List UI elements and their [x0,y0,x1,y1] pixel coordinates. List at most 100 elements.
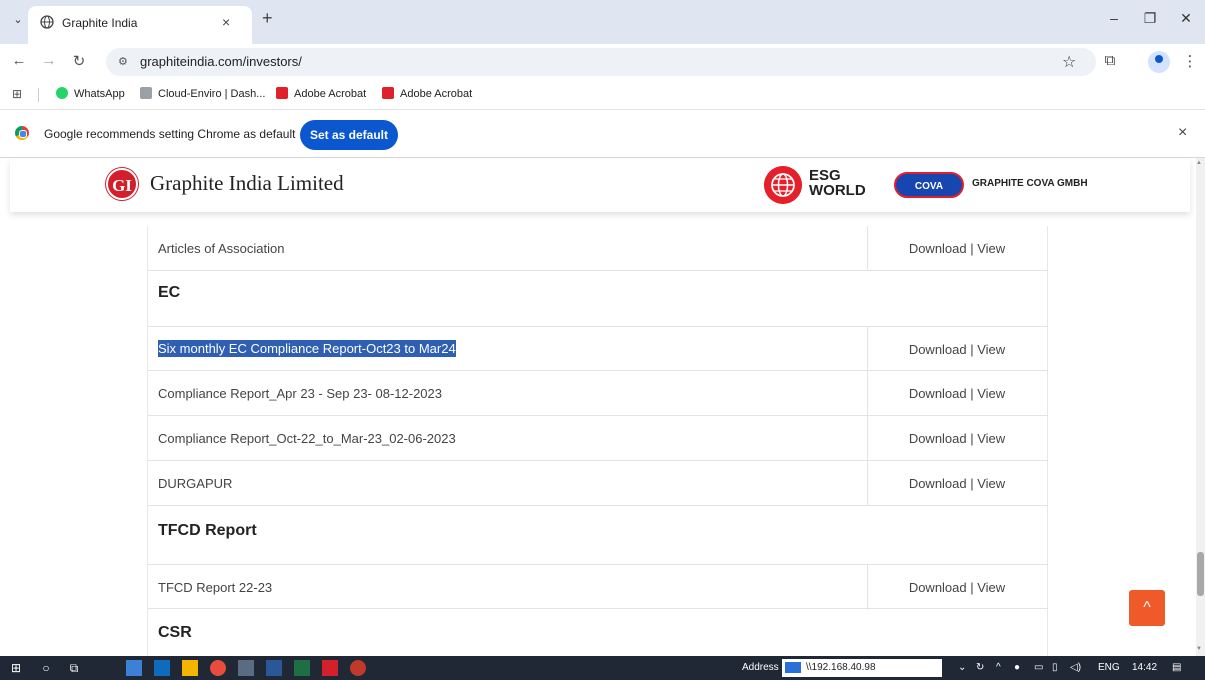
extensions-icon[interactable]: ⧉ [1100,52,1120,69]
minimize-button[interactable]: – [1104,10,1124,26]
app-icon[interactable] [238,660,254,676]
forward-arrow-icon[interactable]: → [40,52,58,69]
dropdown-arrow-icon[interactable]: ⌄ [958,662,966,673]
documents-table: Articles of Association Download | View … [147,226,1048,656]
excel-icon[interactable] [294,660,310,676]
browser-toolbar: ← → ↻ ⚙ graphiteindia.com/investors/ ☆ ⧉… [0,44,1205,80]
profile-avatar[interactable] [1148,51,1170,73]
download-view-link[interactable]: Download | View [867,241,1047,256]
back-to-top-button[interactable]: ^ [1129,590,1165,626]
file-explorer-icon[interactable] [182,660,198,676]
cova-company-name[interactable]: GRAPHITE COVA GMBH [972,178,1088,189]
scroll-up-arrow-icon[interactable]: ▲ [1196,160,1202,166]
site-info-icon[interactable]: ⚙ [118,55,128,68]
scroll-down-arrow-icon[interactable]: ▼ [1196,646,1202,652]
reload-icon[interactable]: ↻ [70,52,88,70]
address-toolbar-label: Address [742,662,779,673]
infobar-close-button[interactable]: × [1178,124,1187,142]
document-title: Compliance Report_Oct-22_to_Mar-23_02-06… [158,431,456,446]
download-view-link[interactable]: Download | View [867,342,1047,357]
search-icon[interactable]: ○ [38,660,54,676]
site-header: GI Graphite India Limited ESG WORLD COVA … [10,158,1190,212]
document-title: TFCD Report 22-23 [158,580,273,595]
refresh-icon[interactable]: ↻ [976,662,984,673]
section-heading-csr: CSR [158,624,192,641]
clock[interactable]: 14:42 [1132,662,1157,673]
bookmark-cloud-enviro[interactable]: Cloud-Enviro | Dash... [140,87,265,100]
app-icon[interactable] [126,660,142,676]
person-icon [1155,55,1163,63]
infobar-message: Google recommends setting Chrome as defa… [44,127,296,141]
chrome-taskbar-icon[interactable] [210,660,226,676]
network-drive-icon [785,662,801,673]
notifications-icon[interactable]: ▤ [1172,662,1181,673]
back-arrow-icon[interactable]: ← [10,52,28,69]
whatsapp-icon [56,87,68,99]
chrome-logo-icon [15,126,29,140]
bookmark-adobe-acrobat-1[interactable]: Adobe Acrobat [276,87,366,100]
address-bar[interactable]: ⚙ graphiteindia.com/investors/ ☆ [106,48,1096,76]
restore-button[interactable]: ❐ [1140,10,1160,27]
app-icon[interactable] [350,660,366,676]
bookmark-adobe-acrobat-2[interactable]: Adobe Acrobat [382,87,472,100]
section-heading-ec: EC [158,284,181,301]
menu-kebab-icon[interactable]: ⋮ [1180,52,1200,70]
scrollbar-thumb[interactable] [1197,552,1204,596]
table-row: TFCD Report 22-23 Download | View [148,564,1048,610]
download-view-link[interactable]: Download | View [867,580,1047,595]
chevron-up-icon: ^ [1143,599,1151,616]
page-viewport[interactable]: GI Graphite India Limited ESG WORLD COVA … [0,158,1196,656]
word-icon[interactable] [266,660,282,676]
cova-logo[interactable]: COVA [894,172,964,198]
task-view-icon[interactable]: ⧉ [66,660,82,676]
language-indicator[interactable]: ENG [1098,662,1120,673]
set-as-default-button[interactable]: Set as default [300,120,398,150]
graphite-india-logo[interactable]: GI [106,168,138,200]
tab-close-button[interactable]: × [222,14,230,30]
table-row: Articles of Association Download | View [148,226,1048,271]
address-toolbar-input[interactable]: \\192.168.40.98 [782,659,942,677]
battery-icon[interactable]: ▭ [1034,662,1043,673]
close-window-button[interactable]: ✕ [1176,10,1196,27]
document-title: Articles of Association [158,241,285,256]
acrobat-taskbar-icon[interactable] [322,660,338,676]
volume-icon[interactable]: ◁) [1070,662,1081,673]
default-browser-infobar: Google recommends setting Chrome as defa… [0,110,1205,158]
acrobat-icon [382,87,394,99]
address-toolbar-value[interactable]: \\192.168.40.98 [806,662,876,673]
download-view-link[interactable]: Download | View [867,476,1047,491]
acrobat-icon [276,87,288,99]
table-row: DURGAPUR Download | View [148,461,1048,506]
browser-tab[interactable]: Graphite India × [28,6,252,44]
bookmark-whatsapp[interactable]: WhatsApp [56,87,125,100]
table-row: Compliance Report_Oct-22_to_Mar-23_02-06… [148,416,1048,461]
esg-world-text[interactable]: ESG WORLD [809,168,866,198]
document-title: DURGAPUR [158,476,233,491]
network-icon[interactable]: ▯ [1052,662,1058,673]
bookmarks-divider [38,88,39,102]
windows-taskbar: ⊞ ○ ⧉ Address \\192.168.40.98 ⌄ ↻ ^ ● ▭ … [0,656,1205,680]
section-heading-tfcd: TFCD Report [158,522,257,539]
document-title: Compliance Report_Apr 23 - Sep 23- 08-12… [158,386,443,401]
outlook-icon[interactable] [154,660,170,676]
tab-bar: ⌄ Graphite India × + – ❐ ✕ [0,0,1205,44]
windows-start-icon[interactable]: ⊞ [8,660,24,676]
bookmarks-bar: ⊞ WhatsApp Cloud-Enviro | Dash... Adobe … [0,80,1205,110]
new-tab-button[interactable]: + [262,9,273,27]
apps-grid-icon[interactable]: ⊞ [12,87,22,101]
chevron-up-tray-icon[interactable]: ^ [996,662,1001,673]
tab-title: Graphite India [62,16,138,30]
table-row: Six monthly EC Compliance Report-Oct23 t… [148,326,1048,372]
download-view-link[interactable]: Download | View [867,431,1047,446]
tab-search-chevron-icon[interactable]: ⌄ [10,12,26,28]
page-scrollbar[interactable]: ▲ ▼ [1196,158,1205,656]
table-row: Compliance Report_Apr 23 - Sep 23- 08-12… [148,371,1048,416]
tray-app-icon[interactable]: ● [1014,662,1020,673]
document-title-selected: Six monthly EC Compliance Report-Oct23 t… [158,340,456,357]
company-name[interactable]: Graphite India Limited [150,171,344,196]
esg-world-globe-icon[interactable] [764,166,802,204]
download-view-link[interactable]: Download | View [867,386,1047,401]
url-text[interactable]: graphiteindia.com/investors/ [140,54,302,69]
bookmark-star-icon[interactable]: ☆ [1062,52,1076,72]
cloud-enviro-icon [140,87,152,99]
